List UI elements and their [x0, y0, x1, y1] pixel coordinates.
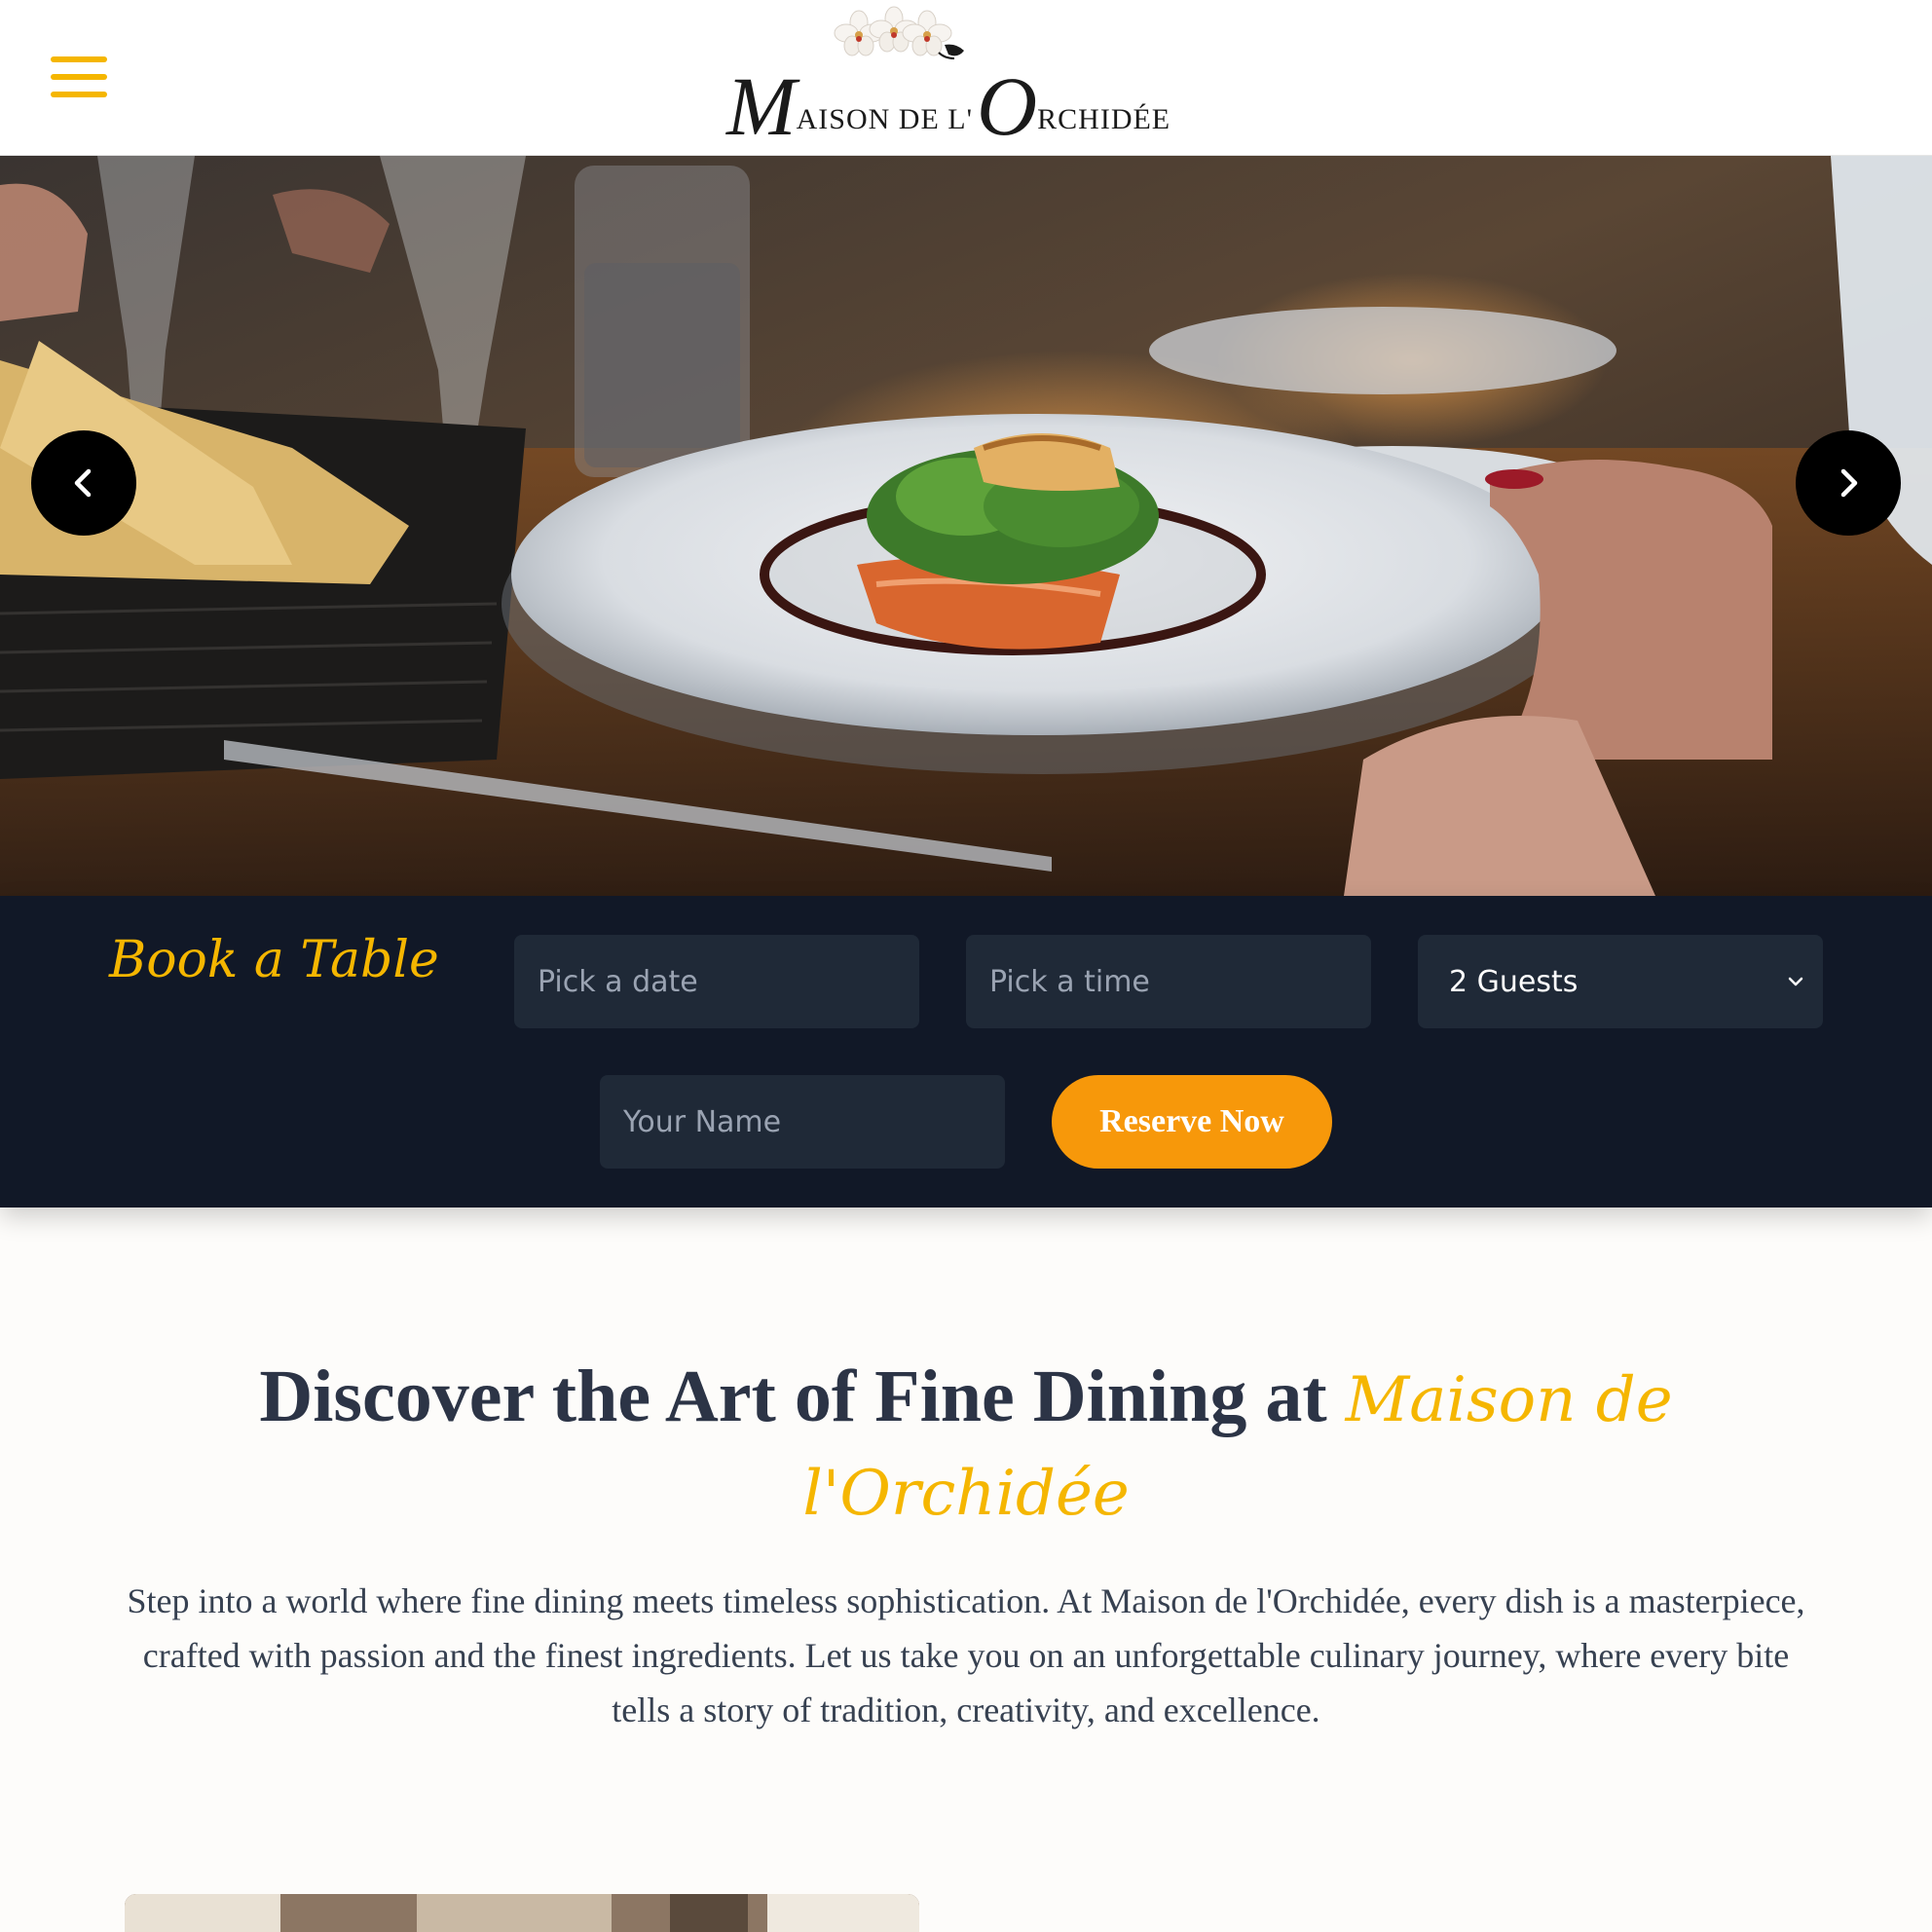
plated-dish-restaurant-photo: [0, 156, 1932, 896]
logo-word-2: RCHIDÉE: [1037, 103, 1171, 135]
guests-value: 2 Guests: [1449, 964, 1579, 999]
logo-cap-o: O: [977, 59, 1038, 153]
reserve-now-button[interactable]: Reserve Now: [1052, 1075, 1332, 1169]
hamburger-bar: [51, 74, 107, 80]
chevron-left-icon: [74, 468, 92, 498]
booking-title: Book a Table: [109, 931, 439, 989]
hamburger-bar: [51, 92, 107, 97]
chevron-right-icon: [1840, 468, 1858, 498]
guests-select[interactable]: 2 Guests: [1418, 935, 1823, 1028]
intro-paragraph: Step into a world where fine dining meet…: [127, 1581, 1805, 1729]
interior-photo: [125, 1894, 919, 1932]
site-logo[interactable]: Maison de l' Orchidée: [721, 6, 1208, 150]
chevron-down-icon: [1788, 977, 1803, 986]
hamburger-bar: [51, 56, 107, 62]
date-picker-input[interactable]: [514, 935, 919, 1028]
carousel-prev-button[interactable]: [31, 430, 136, 536]
logo-name: Maison de l'Orchidée: [721, 6, 722, 7]
site-header: Maison de l' Orchidée: [0, 0, 1932, 156]
logo-wordmark: MAISON DE L' ORCHIDÉE: [726, 64, 1170, 148]
hamburger-menu-icon[interactable]: [47, 55, 111, 101]
booking-form: Book a Table 2 Guests Reserve Now: [0, 896, 1932, 1208]
intro-heading-main: Discover the Art of Fine Dining at: [259, 1356, 1346, 1437]
intro-heading: Discover the Art of Fine Dining at Maiso…: [146, 1352, 1786, 1539]
carousel-next-button[interactable]: [1796, 430, 1901, 536]
logo-cap-m: M: [726, 59, 797, 153]
time-picker-input[interactable]: [966, 935, 1371, 1028]
hero-carousel: [0, 156, 1932, 896]
orchid-flowers-icon: [834, 6, 964, 59]
feature-card-image: [125, 1894, 919, 1932]
name-input[interactable]: [600, 1075, 1005, 1169]
logo-word-1: AISON DE L': [796, 103, 974, 135]
